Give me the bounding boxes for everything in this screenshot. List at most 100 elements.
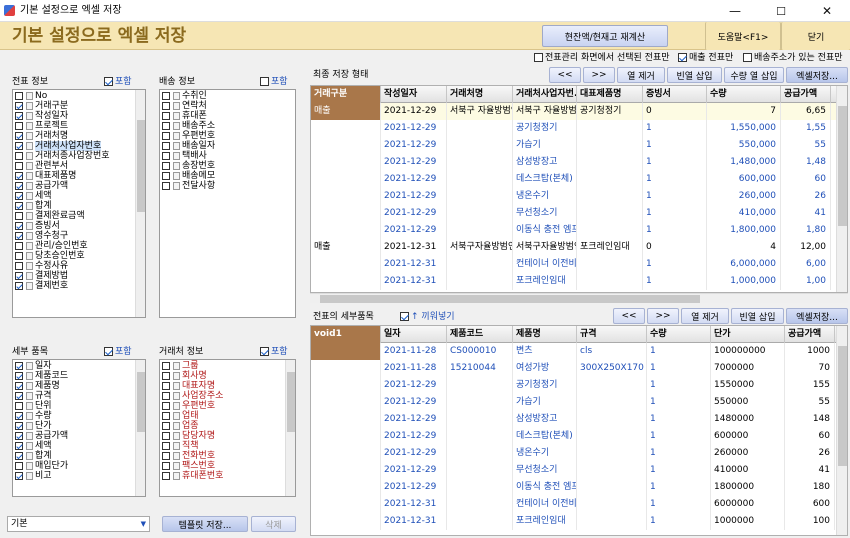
- table-cell[interactable]: 2021-12-29: [381, 411, 447, 428]
- checkbox[interactable]: [260, 347, 269, 356]
- table-cell[interactable]: [577, 377, 647, 394]
- checkbox[interactable]: [162, 182, 170, 190]
- list-item[interactable]: 제품명: [13, 381, 145, 391]
- table-cell[interactable]: [577, 462, 647, 479]
- voucher-include-toggle[interactable]: 포함: [104, 76, 132, 88]
- table-cell[interactable]: 1: [647, 445, 711, 462]
- table-cell[interactable]: [447, 462, 513, 479]
- table-cell[interactable]: [577, 445, 647, 462]
- table-cell[interactable]: [577, 394, 647, 411]
- detail-move-left-button[interactable]: <<: [613, 308, 645, 324]
- table-cell[interactable]: 2021-12-31: [381, 513, 447, 530]
- column-header[interactable]: 작성일자: [381, 86, 447, 103]
- table-cell[interactable]: 1: [643, 120, 707, 137]
- recalc-button[interactable]: 현잔액/현재고 재계산: [542, 25, 668, 47]
- list-item[interactable]: 전화번호: [160, 451, 295, 461]
- table-row[interactable]: 2021-12-31 컨테이너 이전비 1 6000000 600: [311, 496, 847, 513]
- table-cell[interactable]: 60: [785, 428, 835, 445]
- column-header[interactable]: 제품코드: [447, 326, 513, 343]
- table-cell[interactable]: 410,000: [707, 205, 781, 222]
- table-cell[interactable]: 1000: [785, 343, 835, 360]
- table-cell[interactable]: 60: [781, 171, 831, 188]
- list-item[interactable]: 거래구분: [13, 101, 145, 111]
- list-item[interactable]: 수정사유: [13, 261, 145, 271]
- table-row[interactable]: 2021-11-28 CS000010 변츠 cls 1 100000000 1000: [311, 343, 847, 360]
- table-row[interactable]: 매출 2021-12-31 서북구자율방범연 서북구자율방범연 포크레인임대 0 4 12,0…: [311, 239, 847, 256]
- table-cell[interactable]: 1,000,000: [707, 273, 781, 290]
- table-row[interactable]: 2021-12-29 이동식 충전 엠프 1 1,800,000 1,80: [311, 222, 847, 239]
- list-item[interactable]: 배송주소: [160, 121, 295, 131]
- table-row[interactable]: 2021-12-29 데스크탑(본체) 1 600,000 60: [311, 171, 847, 188]
- table-cell[interactable]: 2021-12-29: [381, 394, 447, 411]
- table-cell[interactable]: 26: [781, 188, 831, 205]
- table-cell[interactable]: 삼성방장고: [513, 154, 577, 171]
- checkbox[interactable]: [15, 102, 23, 110]
- table-cell[interactable]: 6,65: [781, 103, 831, 120]
- table-cell[interactable]: [577, 256, 643, 273]
- table-cell[interactable]: 변츠: [513, 343, 577, 360]
- list-item[interactable]: 세액: [13, 441, 145, 451]
- list-item[interactable]: 전달사항: [160, 181, 295, 191]
- table-cell[interactable]: [447, 154, 513, 171]
- table-cell[interactable]: 1: [647, 394, 711, 411]
- table-cell[interactable]: 1,480,000: [707, 154, 781, 171]
- table-cell[interactable]: [311, 171, 381, 188]
- checkbox[interactable]: [162, 102, 170, 110]
- table-cell[interactable]: 600000: [711, 428, 785, 445]
- table-row[interactable]: 2021-12-29 공기청정기 1 1550000 155: [311, 377, 847, 394]
- table-row[interactable]: 2021-12-29 무선청소기 1 410000 41: [311, 462, 847, 479]
- detail-excel-save-button[interactable]: 엑셀저장...: [786, 308, 848, 324]
- list-item[interactable]: 단위: [13, 401, 145, 411]
- checkbox[interactable]: [162, 132, 170, 140]
- table-cell[interactable]: 1: [647, 360, 711, 377]
- table-cell[interactable]: 1: [647, 496, 711, 513]
- detail-include-toggle[interactable]: 포함: [104, 346, 132, 358]
- list-item[interactable]: 배송일자: [160, 141, 295, 151]
- list-item[interactable]: 결제방법: [13, 271, 145, 281]
- list-item[interactable]: 결제완료금액: [13, 211, 145, 221]
- table-cell[interactable]: 2021-12-29: [381, 103, 447, 120]
- table-cell[interactable]: 2021-12-29: [381, 445, 447, 462]
- table-cell[interactable]: [447, 273, 513, 290]
- list-item[interactable]: 관련부서: [13, 161, 145, 171]
- close-button[interactable]: 닫기: [781, 22, 850, 50]
- table-cell[interactable]: 1,550,000: [707, 120, 781, 137]
- table-cell[interactable]: [447, 171, 513, 188]
- checkbox[interactable]: [15, 272, 23, 280]
- checkbox[interactable]: [15, 152, 23, 160]
- checkbox[interactable]: [15, 122, 23, 130]
- checkbox[interactable]: [162, 462, 170, 470]
- list-item[interactable]: 합계: [13, 451, 145, 461]
- list-item[interactable]: 송장번호: [160, 161, 295, 171]
- table-cell[interactable]: 가습기: [513, 394, 577, 411]
- table-cell[interactable]: [311, 154, 381, 171]
- table-row[interactable]: 2021-12-29 냉온수기 1 260000 26: [311, 445, 847, 462]
- move-left-button[interactable]: <<: [549, 67, 581, 83]
- table-cell[interactable]: 1480000: [711, 411, 785, 428]
- table-cell[interactable]: 이동식 충전 엠프: [513, 222, 577, 239]
- checkbox[interactable]: [15, 222, 23, 230]
- table-cell[interactable]: 컨테이너 이전비: [513, 256, 577, 273]
- table-row[interactable]: 2021-12-29 이동식 충전 엠프 1 1800000 180: [311, 479, 847, 496]
- table-cell[interactable]: 2021-12-29: [381, 188, 447, 205]
- column-header[interactable]: void1: [311, 326, 381, 343]
- help-button[interactable]: 도움말<F1>: [705, 22, 781, 50]
- table-cell[interactable]: 1,800,000: [707, 222, 781, 239]
- table-cell[interactable]: 15210044: [447, 360, 513, 377]
- table-cell[interactable]: [577, 205, 643, 222]
- checkbox[interactable]: [15, 242, 23, 250]
- table-cell[interactable]: [447, 222, 513, 239]
- table-cell[interactable]: 냉온수기: [513, 188, 577, 205]
- detail-blank-insert-button[interactable]: 빈열 삽입: [731, 308, 784, 324]
- checkbox[interactable]: [15, 452, 23, 460]
- table-cell[interactable]: [311, 256, 381, 273]
- checkbox[interactable]: [15, 372, 23, 380]
- option-sales-only[interactable]: 매출 전표만: [678, 52, 733, 65]
- table-cell[interactable]: 6000000: [711, 496, 785, 513]
- list-item[interactable]: 우편번호: [160, 401, 295, 411]
- shipping-include-toggle[interactable]: 포함: [260, 76, 288, 88]
- table-row[interactable]: 2021-11-28 15210044 여성가방 300X250X170 1 700000…: [311, 360, 847, 377]
- table-cell[interactable]: 410000: [711, 462, 785, 479]
- table-cell[interactable]: 1: [647, 428, 711, 445]
- checkbox[interactable]: [162, 162, 170, 170]
